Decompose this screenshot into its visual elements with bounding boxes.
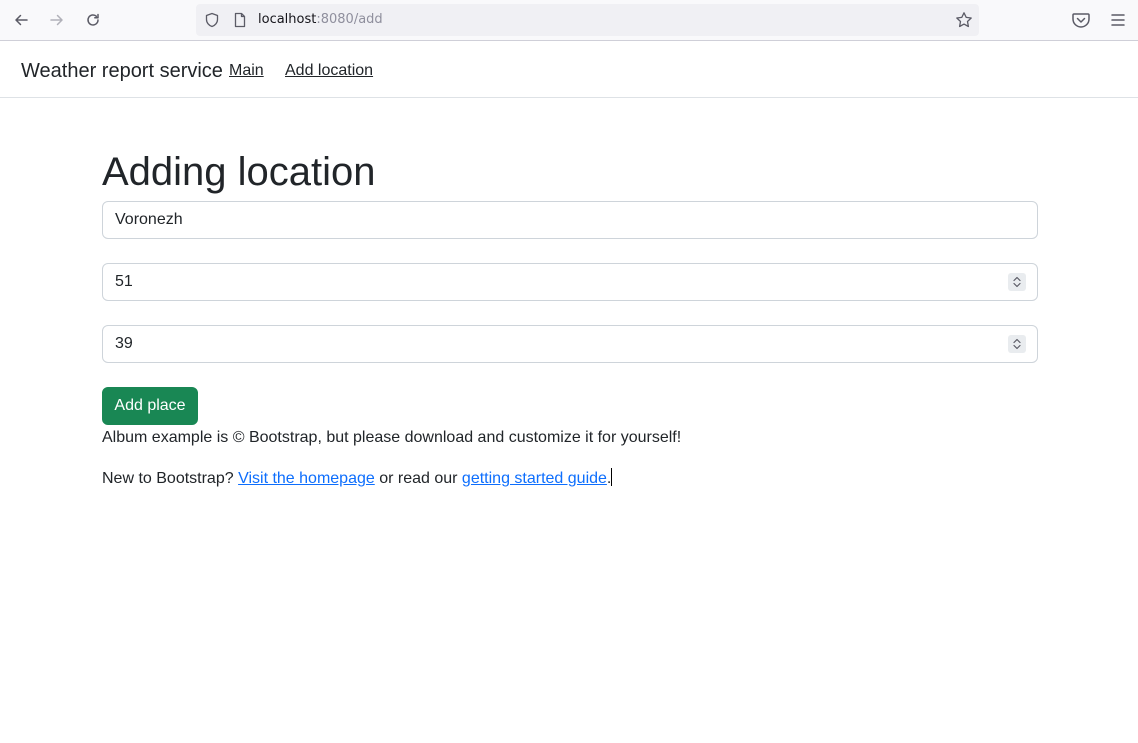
- hamburger-menu-icon[interactable]: [1108, 10, 1128, 35]
- latitude-input[interactable]: [102, 263, 1038, 301]
- page-icon[interactable]: [232, 12, 248, 33]
- nav-link-add-location[interactable]: Add location: [285, 61, 373, 81]
- reload-icon: [85, 12, 101, 28]
- arrow-right-icon: [49, 12, 65, 28]
- url-path: :8080/add: [316, 12, 383, 27]
- longitude-input[interactable]: [102, 325, 1038, 363]
- page-title: Adding location: [102, 150, 376, 194]
- arrow-left-icon: [13, 12, 29, 28]
- forward-button[interactable]: [43, 6, 71, 34]
- address-bar[interactable]: localhost:8080/add: [196, 4, 979, 36]
- reload-button[interactable]: [79, 6, 107, 34]
- longitude-stepper[interactable]: [1008, 335, 1026, 353]
- location-name-input[interactable]: [102, 201, 1038, 239]
- browser-toolbar: localhost:8080/add: [0, 0, 1138, 41]
- app-navbar: Weather report service Main Add location: [0, 41, 1138, 98]
- footer-prefix: New to Bootstrap?: [102, 470, 239, 487]
- star-icon[interactable]: [955, 11, 973, 34]
- pocket-icon[interactable]: [1071, 10, 1091, 35]
- latitude-field: [102, 263, 1038, 301]
- footer-middle: or read our: [374, 470, 462, 487]
- latitude-stepper[interactable]: [1008, 273, 1026, 291]
- url-host: localhost: [258, 12, 317, 27]
- getting-started-guide-link[interactable]: getting started guide: [462, 470, 607, 487]
- shield-icon[interactable]: [204, 12, 220, 33]
- nav-link-main[interactable]: Main: [229, 61, 264, 81]
- footer-links-line: New to Bootstrap? Visit the homepage or …: [102, 468, 613, 489]
- url-text[interactable]: localhost:8080/add: [258, 12, 383, 28]
- footer-copyright: Album example is © Bootstrap, but please…: [102, 429, 682, 446]
- visit-homepage-link[interactable]: Visit the homepage: [238, 470, 375, 487]
- text-cursor: [611, 468, 613, 486]
- longitude-field: [102, 325, 1038, 363]
- add-place-button[interactable]: Add place: [102, 387, 198, 425]
- back-button[interactable]: [7, 6, 35, 34]
- brand-title[interactable]: Weather report service: [21, 59, 223, 83]
